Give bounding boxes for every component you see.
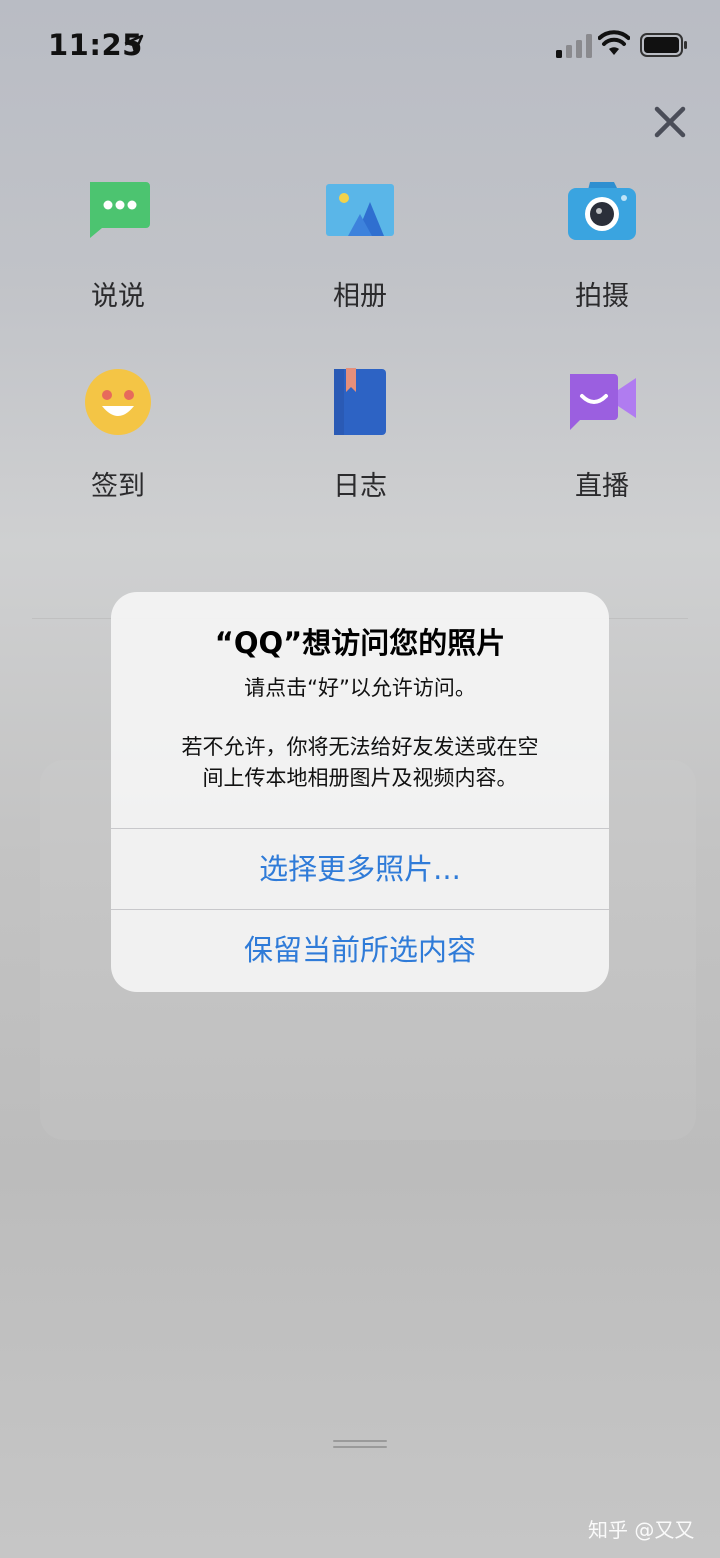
action-label: 签到: [91, 471, 145, 502]
journal-book-icon: [334, 368, 386, 435]
watermark: 知乎 @又又: [588, 1518, 695, 1542]
alert-message: 若不允许，你将无法给好友发送或在空 间上传本地相册图片及视频内容。: [141, 732, 579, 794]
action-label: 拍摄: [575, 281, 629, 312]
action-camera[interactable]: 拍摄: [532, 178, 672, 318]
alert-message-line: 间上传本地相册图片及视频内容。: [202, 766, 518, 790]
photo-permission-alert: “QQ”想访问您的照片 请点击“好”以允许访问。 若不允许，你将无法给好友发送或…: [111, 592, 609, 992]
action-live[interactable]: 直播: [532, 368, 672, 508]
action-album[interactable]: 相册: [290, 178, 430, 318]
action-journal[interactable]: 日志: [290, 368, 430, 508]
photo-album-icon: [326, 184, 394, 236]
status-bar: 11:25: [0, 0, 720, 90]
smiley-face-icon: [85, 369, 151, 435]
action-checkin[interactable]: 签到: [48, 368, 188, 508]
wifi-icon: [598, 30, 630, 55]
alert-title: “QQ”想访问您的照片: [214, 626, 506, 660]
live-video-icon: [570, 374, 636, 430]
alert-message-line: 若不允许，你将无法给好友发送或在空: [181, 735, 539, 759]
select-more-photos-button[interactable]: 选择更多照片...: [111, 829, 609, 909]
action-label: 直播: [575, 471, 629, 502]
action-label: 日志: [333, 471, 387, 502]
drag-handle[interactable]: [333, 1440, 387, 1452]
close-icon[interactable]: [648, 100, 692, 144]
action-shuoshuo[interactable]: 说说: [48, 178, 188, 318]
action-label: 说说: [91, 281, 145, 312]
message-bubble-icon: [90, 182, 150, 238]
camera-icon: [568, 182, 636, 240]
cellular-signal-icon: [556, 34, 592, 58]
location-arrow-icon: [124, 34, 144, 54]
alert-subtitle: 请点击“好”以允许访问。: [244, 676, 476, 700]
action-label: 相册: [333, 281, 387, 312]
keep-current-selection-button[interactable]: 保留当前所选内容: [111, 910, 609, 990]
battery-icon: [640, 33, 687, 57]
